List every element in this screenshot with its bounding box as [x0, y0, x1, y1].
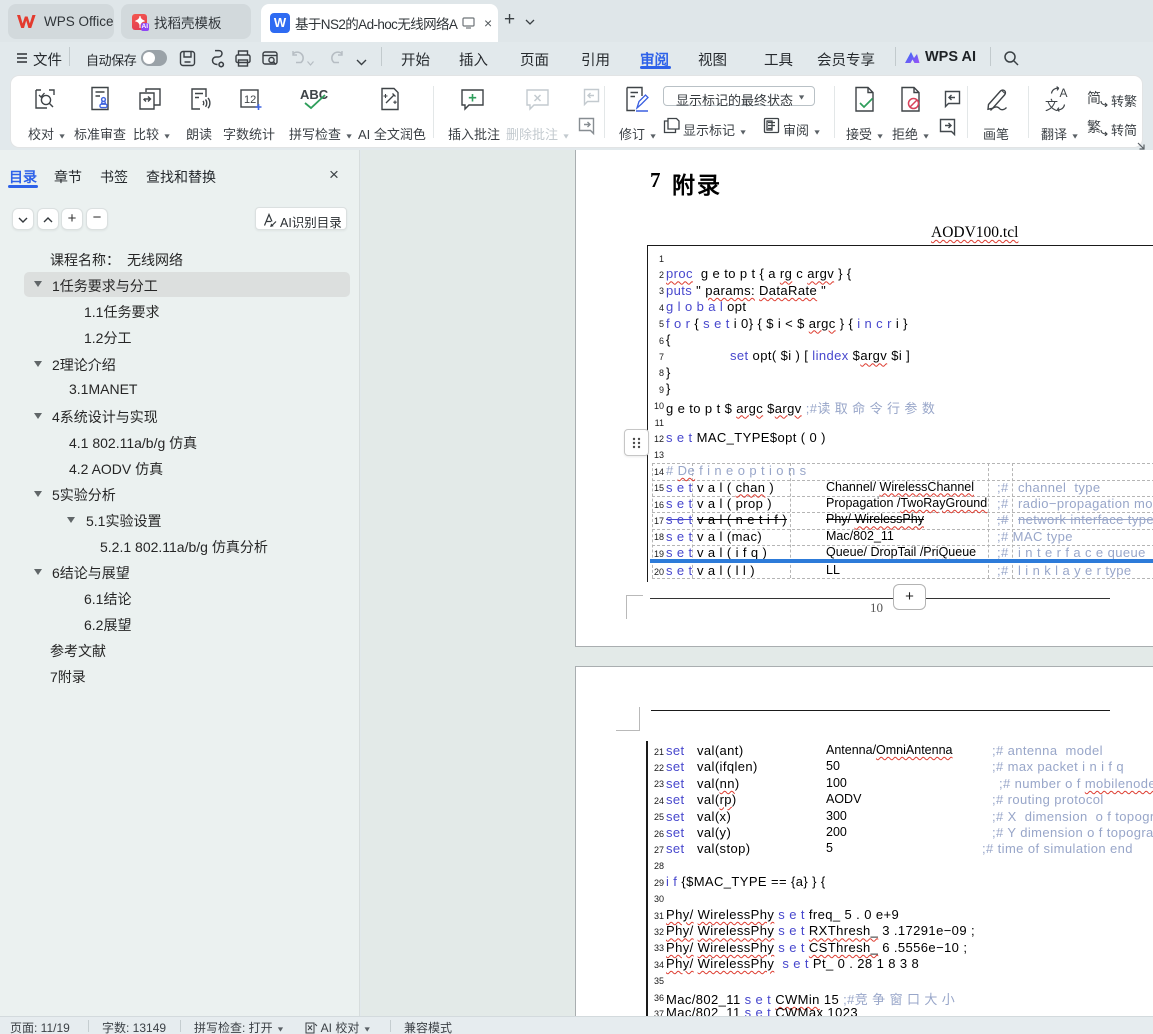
svg-text:12: 12 — [244, 94, 256, 106]
svg-text:A: A — [1060, 86, 1068, 100]
svg-text:文: 文 — [1045, 98, 1058, 112]
